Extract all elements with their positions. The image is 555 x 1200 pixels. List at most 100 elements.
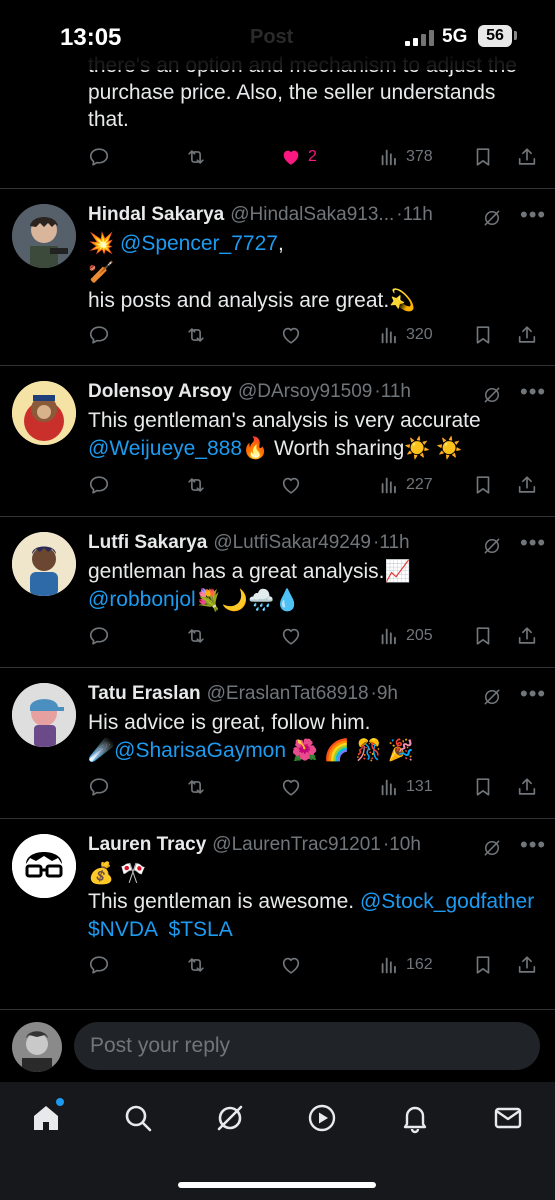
grok-icon[interactable]	[482, 838, 502, 858]
user-handle[interactable]: @LaurenTrac91201	[212, 834, 381, 855]
like-button[interactable]	[280, 772, 302, 802]
like-button[interactable]: 2	[280, 142, 317, 172]
my-avatar[interactable]	[12, 1022, 62, 1072]
confetti-ball-emoji-icon: 🎊	[355, 739, 383, 763]
post-text: his posts and analysis are great.	[88, 288, 390, 312]
bookmark-button[interactable]	[472, 621, 494, 651]
bookmark-icon	[472, 324, 494, 346]
reply-button[interactable]	[88, 950, 110, 980]
tab-search[interactable]	[122, 1102, 154, 1134]
avatar[interactable]	[12, 204, 76, 268]
post-time-value: 11h	[380, 381, 411, 402]
reply-post[interactable]: Hindal Sakarya @HindalSaka913... ·11h ••• …	[0, 190, 555, 365]
bookmark-button[interactable]	[472, 950, 494, 980]
share-button[interactable]	[516, 950, 538, 980]
notifications-icon	[403, 1106, 427, 1134]
user-handle[interactable]: @DArsoy91509	[238, 381, 372, 402]
view-count: 162	[406, 956, 433, 973]
cashtag-links[interactable]: $NVDA $TSLA	[88, 916, 543, 944]
views-button[interactable]: 227	[378, 470, 433, 500]
bookmark-button[interactable]	[472, 142, 494, 172]
avatar[interactable]	[12, 532, 76, 596]
post-text: This gentleman is awesome.	[88, 890, 360, 914]
header-title-faded: Post	[250, 26, 294, 48]
repost-button[interactable]	[185, 621, 207, 651]
mention-link[interactable]: @SharisaGaymon	[114, 739, 286, 762]
repost-button[interactable]	[185, 772, 207, 802]
reply-button[interactable]	[88, 320, 110, 350]
repost-button[interactable]	[185, 142, 207, 172]
reply-button[interactable]	[88, 772, 110, 802]
share-button[interactable]	[516, 470, 538, 500]
post-text: gentleman has a great analysis.	[88, 560, 385, 583]
mention-link[interactable]: @Spencer_7727	[120, 232, 278, 255]
avatar[interactable]	[12, 381, 76, 445]
avatar[interactable]	[12, 834, 76, 898]
repost-button[interactable]	[185, 470, 207, 500]
divider	[0, 818, 555, 819]
more-options-icon[interactable]: •••	[520, 530, 546, 556]
views-button[interactable]: 162	[378, 950, 433, 980]
user-handle[interactable]: @HindalSaka913...	[230, 204, 394, 225]
text-line: that.	[88, 108, 129, 131]
reply-post[interactable]: Tatu Eraslan @EraslanTat68918·9h ••• His …	[0, 669, 555, 817]
views-button[interactable]: 131	[378, 772, 433, 802]
tab-messages[interactable]	[492, 1102, 524, 1134]
display-name[interactable]: Tatu Eraslan	[88, 683, 201, 704]
bookmark-icon	[472, 146, 494, 168]
share-button[interactable]	[516, 320, 538, 350]
reply-button[interactable]	[88, 621, 110, 651]
repost-button[interactable]	[185, 950, 207, 980]
display-name[interactable]: Lutfi Sakarya	[88, 532, 207, 553]
bookmark-icon	[472, 776, 494, 798]
like-button[interactable]	[280, 470, 302, 500]
reply-post[interactable]: Lutfi Sakarya @LutfiSakar49249·11h ••• ge…	[0, 518, 555, 666]
user-handle[interactable]: @LutfiSakar49249	[213, 532, 371, 553]
avatar[interactable]	[12, 683, 76, 747]
mention-link[interactable]: @robbonjol	[88, 588, 196, 611]
more-options-icon[interactable]: •••	[520, 681, 546, 707]
like-button[interactable]	[280, 621, 302, 651]
display-name[interactable]: Dolensoy Arsoy	[88, 381, 232, 402]
grok-icon[interactable]	[482, 385, 502, 405]
like-button[interactable]	[280, 950, 302, 980]
rainbow-emoji-icon: 🌈	[323, 739, 351, 763]
display-name[interactable]: Hindal Sakarya	[88, 204, 224, 225]
reply-post[interactable]: Lauren Tracy @LaurenTrac91201·10h ••• 💰 🎌…	[0, 820, 555, 1008]
more-options-icon[interactable]: •••	[520, 832, 546, 858]
user-handle[interactable]: @EraslanTat68918	[207, 683, 369, 704]
reply-input[interactable]: Post your reply	[74, 1022, 540, 1070]
bookmark-button[interactable]	[472, 320, 494, 350]
views-button[interactable]: 320	[378, 320, 433, 350]
like-button[interactable]	[280, 320, 302, 350]
grok-icon[interactable]	[482, 536, 502, 556]
post-header: Dolensoy Arsoy @DArsoy91509·11h •••	[88, 379, 545, 409]
more-options-icon[interactable]: •••	[520, 379, 546, 405]
display-name[interactable]: Lauren Tracy	[88, 834, 206, 855]
tab-grok[interactable]	[214, 1102, 246, 1134]
repost-button[interactable]	[185, 320, 207, 350]
share-button[interactable]	[516, 621, 538, 651]
mention-link[interactable]: @Weijueye_888	[88, 437, 242, 460]
share-button[interactable]	[516, 142, 538, 172]
bookmark-button[interactable]	[472, 470, 494, 500]
reply-button[interactable]	[88, 142, 110, 172]
share-icon	[516, 625, 538, 647]
tab-video[interactable]	[306, 1102, 338, 1134]
tab-notifications[interactable]	[399, 1102, 431, 1134]
bookmark-button[interactable]	[472, 772, 494, 802]
mention-link[interactable]: @Stock_godfather	[360, 890, 534, 913]
notification-dot	[56, 1098, 64, 1106]
more-options-icon[interactable]: •••	[520, 202, 546, 228]
post-header: Hindal Sakarya @HindalSaka913... ·11h •••	[88, 202, 545, 232]
views-button[interactable]: 378	[378, 142, 433, 172]
grok-icon[interactable]	[482, 208, 502, 228]
tab-home[interactable]	[30, 1098, 64, 1134]
grok-icon[interactable]	[482, 687, 502, 707]
views-button[interactable]: 205	[378, 621, 433, 651]
reply-post[interactable]: Dolensoy Arsoy @DArsoy91509·11h ••• This …	[0, 367, 555, 515]
reply-button[interactable]	[88, 470, 110, 500]
share-button[interactable]	[516, 772, 538, 802]
cricket-emoji-icon: 🏏	[88, 260, 115, 284]
reply-icon	[88, 625, 110, 647]
